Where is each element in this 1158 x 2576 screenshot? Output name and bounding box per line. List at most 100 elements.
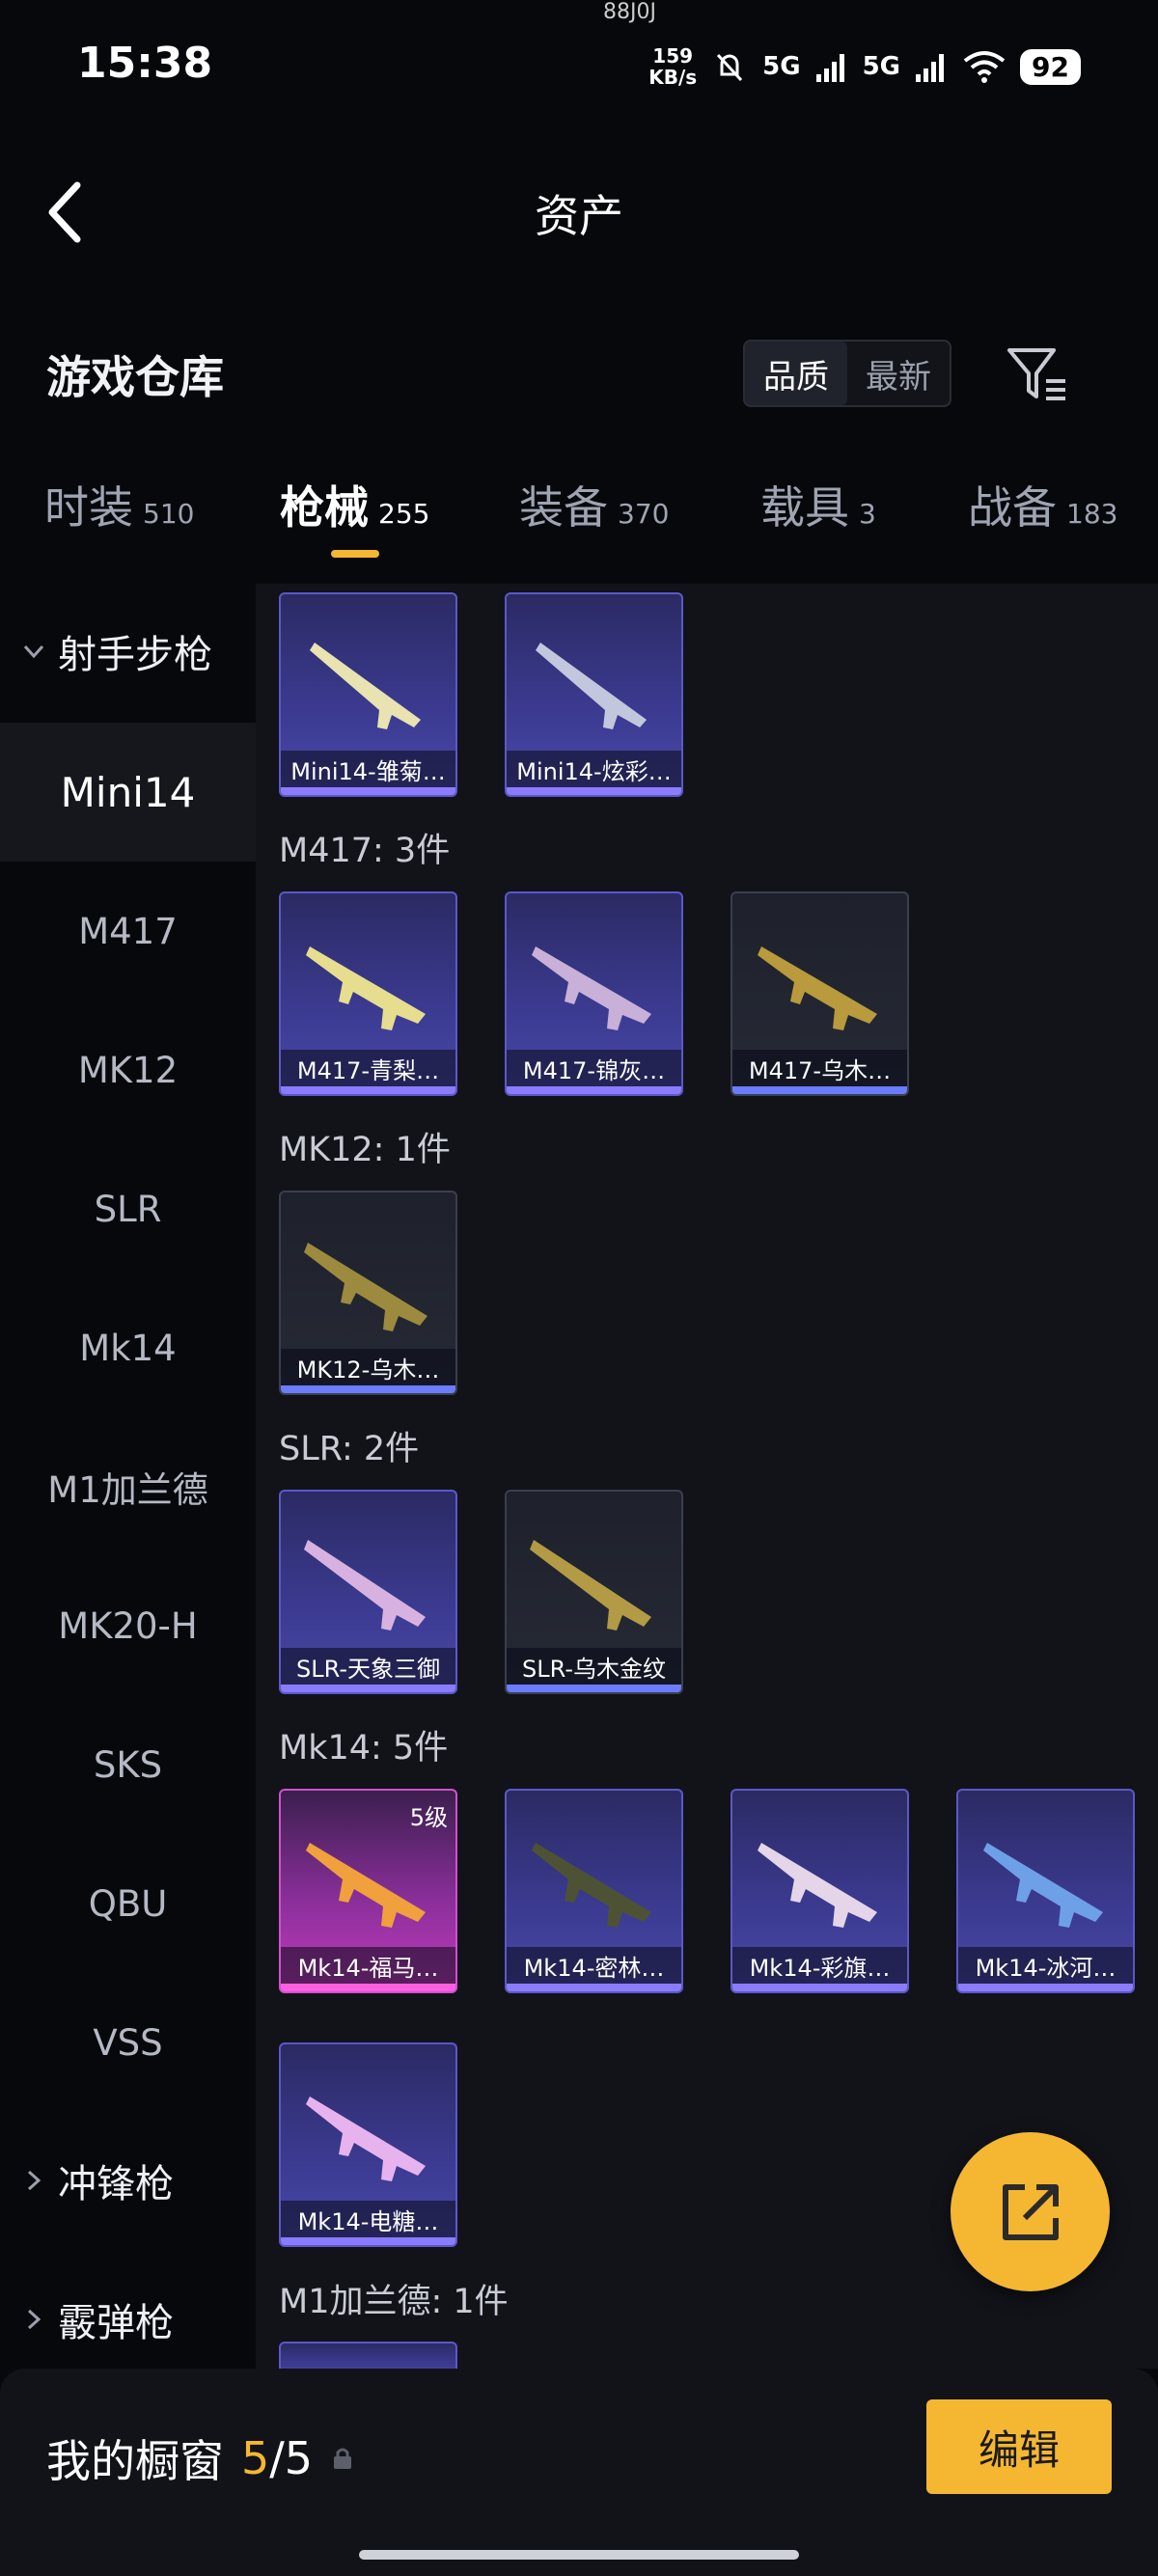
weapon-card[interactable]: Mini14-雏菊… bbox=[279, 592, 457, 797]
signal-bars-icon bbox=[815, 54, 844, 82]
tab-equipment[interactable]: 装备 370 bbox=[519, 473, 669, 536]
weapon-card[interactable]: MK12-乌木… bbox=[279, 1191, 457, 1395]
sidebar-item-vss[interactable]: VSS bbox=[0, 1973, 256, 2112]
rifle-icon bbox=[536, 643, 647, 729]
sidebar-item-qbu[interactable]: QBU bbox=[0, 1834, 256, 1973]
rarity-bar bbox=[507, 1685, 681, 1692]
tab-count: 255 bbox=[378, 498, 430, 530]
lock-icon bbox=[334, 2448, 352, 2469]
showcase-total: 5 bbox=[284, 2432, 314, 2484]
sidebar-item-m417[interactable]: M417 bbox=[0, 862, 256, 1000]
sidebar-group-label: 霰弹枪 bbox=[58, 2301, 174, 2345]
weapon-card[interactable]: M417-乌木… bbox=[731, 891, 909, 1096]
edit-button[interactable]: 编辑 bbox=[926, 2399, 1112, 2494]
weapon-card[interactable]: SLR-乌木金纹 bbox=[505, 1490, 683, 1694]
tab-combat-supplies[interactable]: 战备 183 bbox=[968, 473, 1117, 536]
sidebar-group-smg[interactable]: 冲锋枪 bbox=[0, 2113, 256, 2248]
top-notch-label: 88J0J bbox=[603, 0, 656, 24]
tab-label: 时装 bbox=[44, 481, 133, 534]
external-link-icon bbox=[1002, 2183, 1059, 2240]
weapon-card[interactable]: SLR-天象三御 bbox=[279, 1490, 457, 1694]
rarity-bar bbox=[507, 1086, 681, 1094]
weapon-card-name: Mini14-雏菊… bbox=[281, 751, 455, 787]
rifle-icon bbox=[532, 1843, 651, 1928]
weapon-card[interactable]: Mk14-密林… bbox=[505, 1789, 683, 1993]
sidebar-item-m1-garand[interactable]: M1加兰德 bbox=[0, 1417, 256, 1556]
rarity-bar bbox=[281, 1685, 455, 1692]
tab-count: 370 bbox=[618, 498, 670, 530]
rarity-bar bbox=[958, 1984, 1133, 1991]
status-icons: 159 KB/s 5G 5G 92 bbox=[648, 42, 1081, 91]
sidebar-item-sks[interactable]: SKS bbox=[0, 1695, 256, 1834]
rifle-icon bbox=[530, 1540, 651, 1631]
weapon-sidebar: 射手步枪 Mini14 M417 MK12 SLR Mk14 M1加兰德 MK2… bbox=[0, 584, 256, 2369]
sidebar-group-shotgun[interactable]: 霰弹枪 bbox=[0, 2252, 256, 2387]
sidebar-group-marksman-rifles[interactable]: 射手步枪 bbox=[0, 584, 256, 719]
tab-count: 3 bbox=[859, 498, 876, 530]
weapon-card-name: Mk14-电糖… bbox=[281, 2201, 455, 2237]
filter-icon[interactable] bbox=[1004, 343, 1071, 405]
net-speed-value: 159 bbox=[652, 44, 694, 68]
rarity-bar bbox=[281, 1984, 455, 1991]
rarity-bar bbox=[281, 1086, 455, 1094]
weapon-group-label: M1加兰德: 1件 bbox=[279, 2283, 509, 2321]
weapon-card-name: Mk14-福马… bbox=[281, 1947, 455, 1984]
rifle-icon bbox=[532, 946, 651, 1030]
signal-label-1: 5G bbox=[762, 52, 801, 81]
home-indicator[interactable] bbox=[359, 2550, 799, 2560]
sort-newest-button[interactable]: 最新 bbox=[847, 342, 950, 405]
signal-bars-icon bbox=[916, 54, 945, 82]
rifle-icon bbox=[758, 1843, 877, 1928]
wifi-icon bbox=[963, 51, 1006, 83]
weapon-card-name: MK12-乌木… bbox=[281, 1349, 455, 1385]
page-title: 资产 bbox=[535, 190, 623, 242]
weapon-card[interactable]: M417-青梨… bbox=[279, 891, 457, 1096]
rarity-bar bbox=[281, 787, 455, 795]
category-tabs: 时装 510 枪械 255 装备 370 载具 3 战备 183 bbox=[0, 473, 1158, 569]
tab-vehicles[interactable]: 载具 3 bbox=[760, 473, 876, 536]
weapon-card[interactable]: Mk14-彩旗… bbox=[731, 1789, 909, 1993]
weapon-card[interactable]: 5级 Mk14-福马… bbox=[279, 1789, 457, 1993]
weapon-card-name: Mini14-炫彩… bbox=[507, 751, 681, 787]
weapon-card-name: SLR-乌木金纹 bbox=[507, 1648, 681, 1685]
weapon-card-name: M417-锦灰… bbox=[507, 1050, 681, 1086]
status-bar: 88J0J 15:38 159 KB/s 5G 5G 92 bbox=[0, 0, 1158, 135]
warehouse-title: 游戏仓库 bbox=[46, 351, 224, 403]
battery-level: 92 bbox=[1020, 48, 1081, 85]
status-time: 15:38 bbox=[77, 39, 213, 88]
sidebar-group-label: 冲锋枪 bbox=[58, 2162, 174, 2206]
weapon-card-name: SLR-天象三御 bbox=[281, 1648, 455, 1685]
weapon-card[interactable]: Mk14-电糖… bbox=[279, 2042, 457, 2247]
share-button[interactable] bbox=[951, 2132, 1110, 2291]
showcase-separator: / bbox=[269, 2432, 285, 2484]
tab-count: 510 bbox=[143, 498, 195, 530]
weapon-card[interactable] bbox=[279, 2342, 457, 2369]
tab-fashion[interactable]: 时装 510 bbox=[44, 473, 194, 536]
sidebar-item-mini14[interactable]: Mini14 bbox=[0, 723, 256, 862]
tab-label: 载具 bbox=[760, 481, 849, 534]
tab-label: 装备 bbox=[519, 481, 608, 534]
rarity-bar bbox=[732, 1984, 907, 1991]
weapon-card[interactable]: Mk14-冰河… bbox=[956, 1789, 1135, 1993]
tab-firearms[interactable]: 枪械 255 bbox=[280, 473, 429, 536]
weapon-grid: Mini14-雏菊… Mini14-炫彩… M417: 3件 M417-青梨… … bbox=[256, 584, 1158, 2369]
sidebar-item-mk12[interactable]: MK12 bbox=[0, 1000, 256, 1139]
sort-quality-button[interactable]: 品质 bbox=[745, 342, 847, 405]
weapon-card-name: Mk14-冰河… bbox=[958, 1947, 1133, 1984]
sidebar-item-mk14[interactable]: Mk14 bbox=[0, 1278, 256, 1417]
sidebar-item-mk20h[interactable]: MK20-H bbox=[0, 1556, 256, 1695]
sidebar-item-slr[interactable]: SLR bbox=[0, 1139, 256, 1278]
showcase-info: 我的橱窗 5/5 bbox=[46, 2426, 355, 2490]
rifle-icon bbox=[310, 643, 421, 729]
rarity-bar bbox=[281, 1385, 455, 1393]
sort-toggle: 品质 最新 bbox=[743, 340, 951, 407]
tab-label: 枪械 bbox=[280, 481, 369, 534]
showcase-label: 我的橱窗 bbox=[46, 2435, 224, 2487]
weapon-group-label: Mk14: 5件 bbox=[279, 1729, 449, 1768]
sidebar-group-label: 射手步枪 bbox=[58, 633, 212, 677]
rifle-icon bbox=[306, 946, 426, 1030]
showcase-count: 5/5 bbox=[241, 2432, 313, 2484]
weapon-card[interactable]: Mini14-炫彩… bbox=[505, 592, 683, 797]
weapon-card-name: Mk14-彩旗… bbox=[732, 1947, 907, 1984]
weapon-card[interactable]: M417-锦灰… bbox=[505, 891, 683, 1096]
